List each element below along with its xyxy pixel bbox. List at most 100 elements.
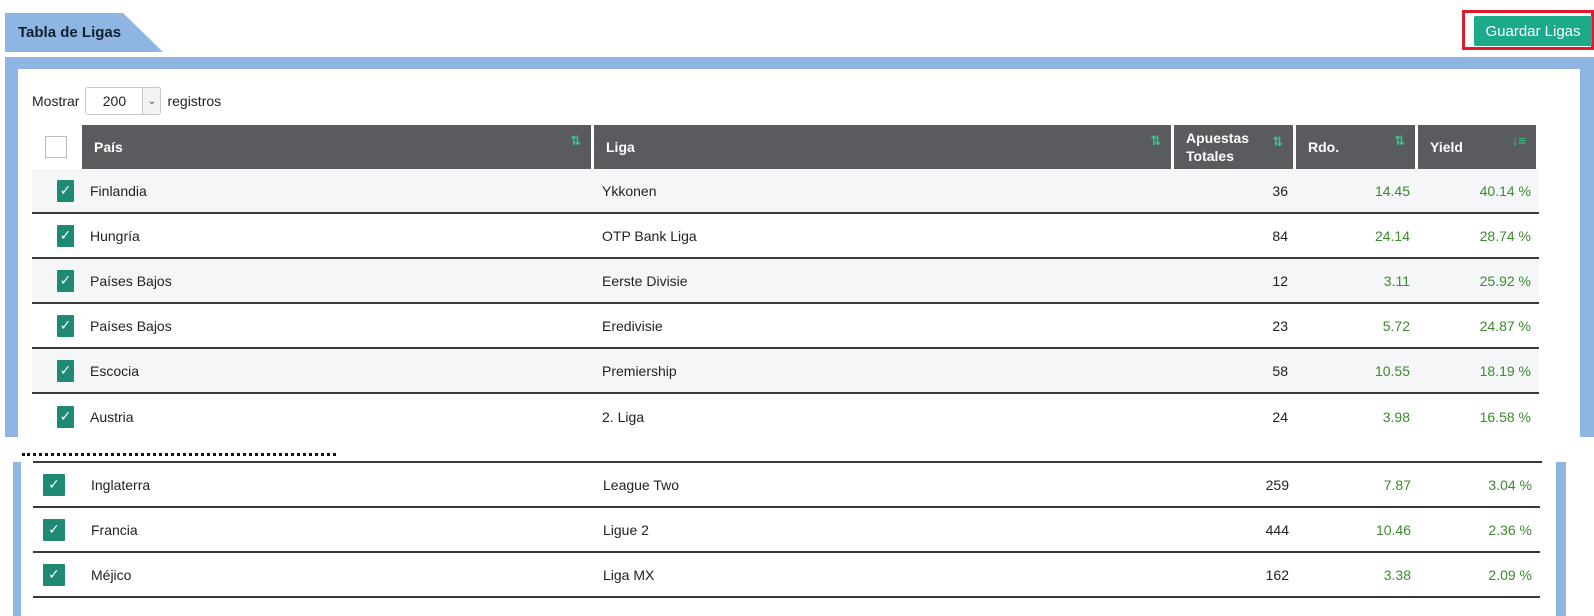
chevron-down-icon[interactable]: ⌄	[142, 88, 161, 114]
checkbox-checked-icon[interactable]: ✓	[43, 518, 65, 541]
cell-apuestas: 24	[1272, 408, 1288, 425]
column-header-rdo[interactable]: Rdo. ⇅	[1296, 125, 1418, 169]
cell-liga: League Two	[603, 476, 680, 493]
length-menu: Mostrar 200 ⌄ registros	[32, 87, 221, 115]
cell-pais: Hungría	[90, 227, 140, 244]
table-row: ✓ Países Bajos Eerste Divisie 12 3.11 25…	[32, 259, 1539, 304]
truncation-divider	[22, 453, 336, 456]
checkbox-checked-icon[interactable]: ✓	[57, 405, 74, 428]
cell-apuestas: 58	[1272, 362, 1288, 379]
cell-liga: 2. Liga	[602, 408, 645, 425]
cell-pais: Austria	[90, 408, 134, 425]
cell-pais: Finlandia	[90, 182, 147, 199]
cell-liga: Ligue 2	[603, 521, 649, 538]
checkbox-checked-icon[interactable]: ✓	[57, 314, 74, 337]
cell-rdo: 24.14	[1374, 227, 1410, 244]
checkbox-checked-icon[interactable]: ✓	[57, 179, 74, 202]
row-checkbox-cell: ✓	[33, 508, 83, 551]
page-title: Tabla de Ligas	[5, 13, 163, 52]
row-checkbox-cell: ✓	[32, 394, 82, 439]
cell-yield: 2.09 %	[1488, 566, 1532, 583]
column-header-pais[interactable]: País ⇅	[82, 125, 594, 169]
column-header-pais-label: País	[94, 139, 123, 155]
cell-rdo: 10.55	[1374, 362, 1410, 379]
cell-pais: Francia	[91, 521, 138, 538]
length-menu-suffix: registros	[167, 93, 222, 109]
cell-rdo: 3.98	[1382, 408, 1410, 425]
cell-yield: 16.58 %	[1479, 408, 1531, 425]
column-header-liga-label: Liga	[606, 139, 635, 155]
checkbox-checked-icon[interactable]: ✓	[43, 563, 65, 586]
cell-yield: 18.19 %	[1479, 362, 1531, 379]
cell-pais: Países Bajos	[90, 317, 172, 334]
table-row: ✓ Inglaterra League Two 259 7.87 3.04 %	[33, 463, 1540, 508]
column-header-liga[interactable]: Liga ⇅	[594, 125, 1174, 169]
cell-pais: Méjico	[91, 566, 132, 583]
column-header-apuestas[interactable]: Apuestas Totales ⇅	[1174, 125, 1296, 169]
cell-apuestas: 23	[1272, 317, 1288, 334]
row-checkbox-cell: ✓	[32, 169, 82, 212]
cell-apuestas: 444	[1265, 521, 1289, 538]
checkbox-checked-icon[interactable]: ✓	[57, 269, 74, 292]
records-per-page-value: 200	[102, 93, 127, 109]
row-checkbox-cell: ✓	[32, 304, 82, 347]
table-row: ✓ Países Bajos Eredivisie 23 5.72 24.87 …	[32, 304, 1539, 349]
sort-icon[interactable]: ⇅	[1394, 133, 1405, 149]
row-checkbox-cell: ✓	[33, 553, 83, 596]
cell-liga: Eerste Divisie	[602, 272, 688, 289]
cell-yield: 24.87 %	[1479, 317, 1531, 334]
checkbox-checked-icon[interactable]: ✓	[43, 473, 65, 496]
cell-yield: 2.36 %	[1488, 521, 1532, 538]
row-checkbox-cell: ✓	[32, 259, 82, 302]
table-panel-inner: Mostrar 200 ⌄ registros País ⇅ Liga ⇅ Ap…	[18, 69, 1580, 437]
length-menu-prefix: Mostrar	[32, 93, 80, 109]
table-row: ✓ Escocia Premiership 58 10.55 18.19 %	[32, 349, 1539, 394]
cell-apuestas: 12	[1272, 272, 1288, 289]
cell-liga: Liga MX	[603, 566, 655, 583]
table-row: ✓ Méjico Liga MX 162 3.38 2.09 %	[33, 553, 1540, 598]
checkbox-checked-icon[interactable]: ✓	[57, 359, 74, 382]
sort-icon[interactable]: ⇅	[1272, 133, 1283, 151]
select-all-checkbox[interactable]	[44, 136, 67, 158]
table-row: ✓ Francia Ligue 2 444 10.46 2.36 %	[33, 508, 1540, 553]
table-body-continued: ✓ Inglaterra League Two 259 7.87 3.04 % …	[33, 463, 1540, 598]
table-row: ✓ Finlandia Ykkonen 36 14.45 40.14 %	[32, 169, 1539, 214]
table-row: ✓ Hungría OTP Bank Liga 84 24.14 28.74 %	[32, 214, 1539, 259]
cell-apuestas: 259	[1265, 476, 1289, 493]
save-leagues-button[interactable]: Guardar Ligas	[1474, 16, 1592, 46]
cell-rdo: 14.45	[1374, 182, 1410, 199]
sort-icon[interactable]: ⇅	[1150, 133, 1161, 149]
cell-liga: OTP Bank Liga	[602, 227, 697, 244]
cell-pais: Países Bajos	[90, 272, 172, 289]
cell-yield: 25.92 %	[1479, 272, 1531, 289]
table-row: ✓ Austria 2. Liga 24 3.98 16.58 %	[32, 394, 1539, 439]
table-panel: Mostrar 200 ⌄ registros País ⇅ Liga ⇅ Ap…	[5, 57, 1594, 437]
cell-apuestas: 36	[1272, 182, 1288, 199]
sort-desc-icon[interactable]: ↓≡	[1512, 133, 1526, 148]
cell-rdo: 7.87	[1383, 476, 1411, 493]
cell-rdo: 10.46	[1375, 521, 1411, 538]
column-header-apuestas-line2: Totales	[1186, 148, 1234, 164]
table-body: ✓ Finlandia Ykkonen 36 14.45 40.14 % ✓ H…	[32, 169, 1539, 439]
table-panel-border-left	[13, 462, 21, 616]
records-per-page-select[interactable]: 200 ⌄	[85, 87, 162, 115]
column-header-apuestas-label: Apuestas Totales	[1186, 129, 1249, 165]
cell-yield: 3.04 %	[1488, 476, 1532, 493]
sort-icon[interactable]: ⇅	[570, 133, 581, 149]
table-header: País ⇅ Liga ⇅ Apuestas Totales ⇅ Rdo. ⇅ …	[32, 125, 1539, 169]
table-panel-border-right	[1556, 462, 1566, 616]
column-header-yield[interactable]: Yield ↓≡	[1418, 125, 1539, 169]
column-header-apuestas-line1: Apuestas	[1186, 130, 1250, 146]
cell-rdo: 3.38	[1383, 566, 1411, 583]
cell-apuestas: 162	[1265, 566, 1289, 583]
cell-yield: 40.14 %	[1479, 182, 1531, 199]
cell-apuestas: 84	[1272, 227, 1288, 244]
row-checkbox-cell: ✓	[33, 463, 83, 506]
cell-rdo: 5.72	[1382, 317, 1410, 334]
checkbox-checked-icon[interactable]: ✓	[57, 224, 74, 247]
cell-pais: Inglaterra	[91, 476, 151, 493]
cell-liga: Eredivisie	[602, 317, 663, 334]
cell-yield: 28.74 %	[1479, 227, 1531, 244]
header-select-all	[32, 125, 82, 169]
cell-pais: Escocia	[90, 362, 140, 379]
